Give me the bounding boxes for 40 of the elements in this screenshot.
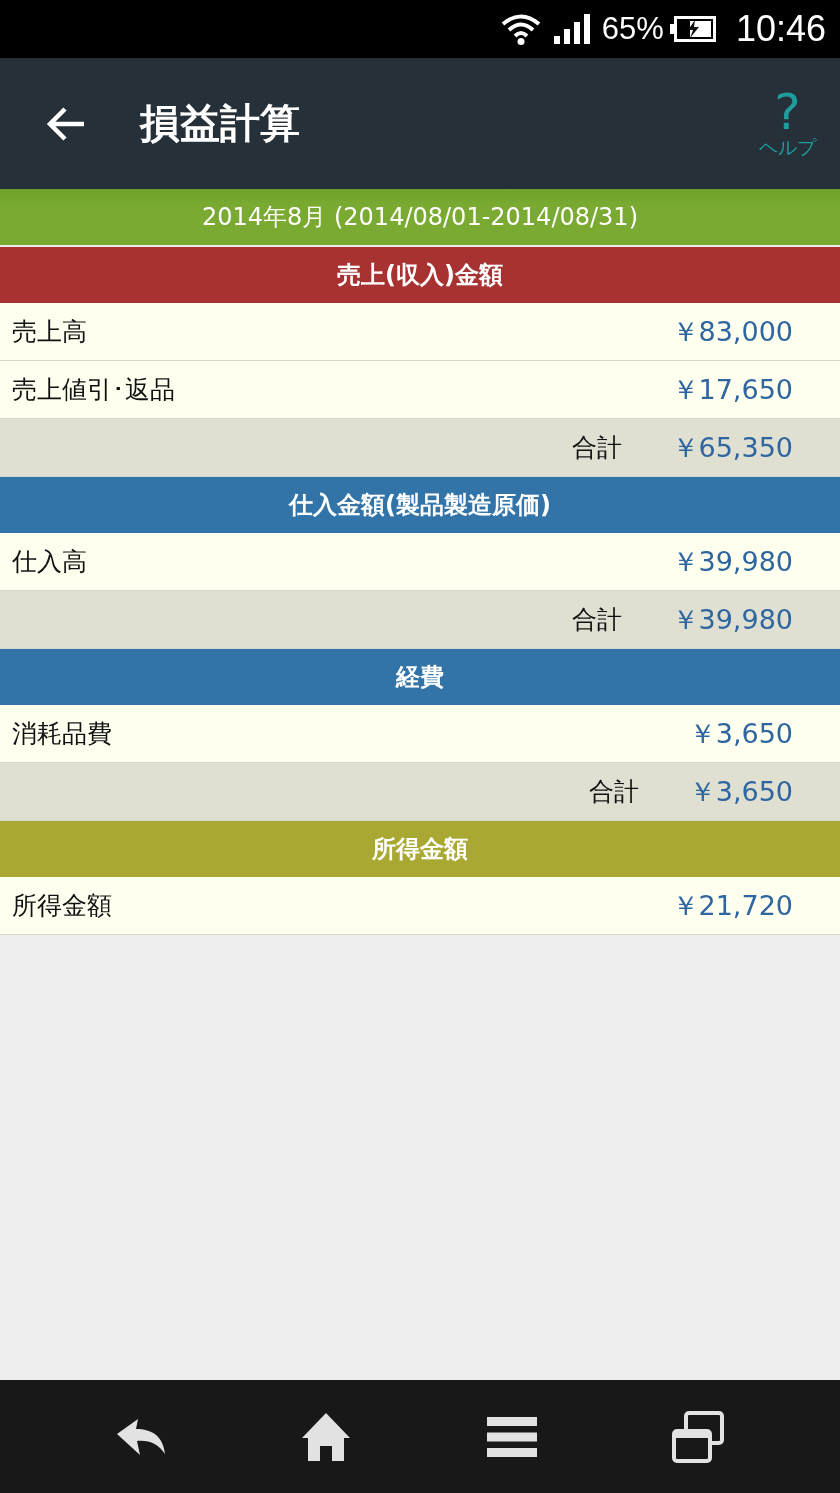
nav-home-button[interactable] xyxy=(301,1411,352,1462)
question-mark-icon: ? xyxy=(774,88,801,135)
home-icon xyxy=(301,1411,352,1462)
total-label: 合計 xyxy=(571,432,622,464)
item-label: 売上高 xyxy=(12,316,87,348)
period-text: 2014年8月 (2014/08/01-2014/08/31) xyxy=(202,202,638,233)
total-label: 合計 xyxy=(588,776,639,808)
total-label: 合計 xyxy=(571,604,622,636)
item-label: 所得金額 xyxy=(12,890,112,922)
help-label: ヘルプ xyxy=(759,134,816,159)
amount-value: ￥3,650 xyxy=(688,774,793,809)
section-title: 所得金額 xyxy=(372,834,468,865)
amount-value: ￥83,000 xyxy=(671,314,793,349)
amount-value: ￥21,720 xyxy=(671,888,793,923)
overlapping-windows-icon xyxy=(672,1410,725,1463)
curved-back-arrow-icon xyxy=(115,1417,166,1456)
help-button[interactable]: ? ヘルプ xyxy=(759,88,816,159)
amount-value: ￥17,650 xyxy=(671,372,793,407)
amount-value: ￥39,980 xyxy=(671,544,793,579)
menu-icon xyxy=(486,1416,537,1457)
back-button[interactable] xyxy=(45,105,87,142)
section-title: 経費 xyxy=(396,662,444,693)
amount-value: ￥39,980 xyxy=(671,602,793,637)
nav-back-button[interactable] xyxy=(115,1417,166,1456)
amount-value: ￥65,350 xyxy=(671,430,793,465)
wifi-icon xyxy=(500,13,541,45)
battery-percent: 65% xyxy=(601,11,664,47)
amount-value: ￥3,650 xyxy=(688,716,793,751)
item-label: 売上値引･返品 xyxy=(12,374,175,406)
section-title: 仕入金額(製品製造原価) xyxy=(289,490,551,521)
item-label: 消耗品費 xyxy=(12,718,112,750)
item-label: 仕入高 xyxy=(12,546,87,578)
nav-recents-button[interactable] xyxy=(672,1410,725,1463)
screen-title: 損益計算 xyxy=(140,99,300,148)
signal-icon xyxy=(553,14,590,44)
back-arrow-icon xyxy=(46,106,86,141)
clock-time: 10:46 xyxy=(735,8,826,50)
battery-charging-icon xyxy=(669,16,716,42)
nav-menu-button[interactable] xyxy=(486,1416,537,1457)
section-title: 売上(収入)金額 xyxy=(337,260,503,291)
